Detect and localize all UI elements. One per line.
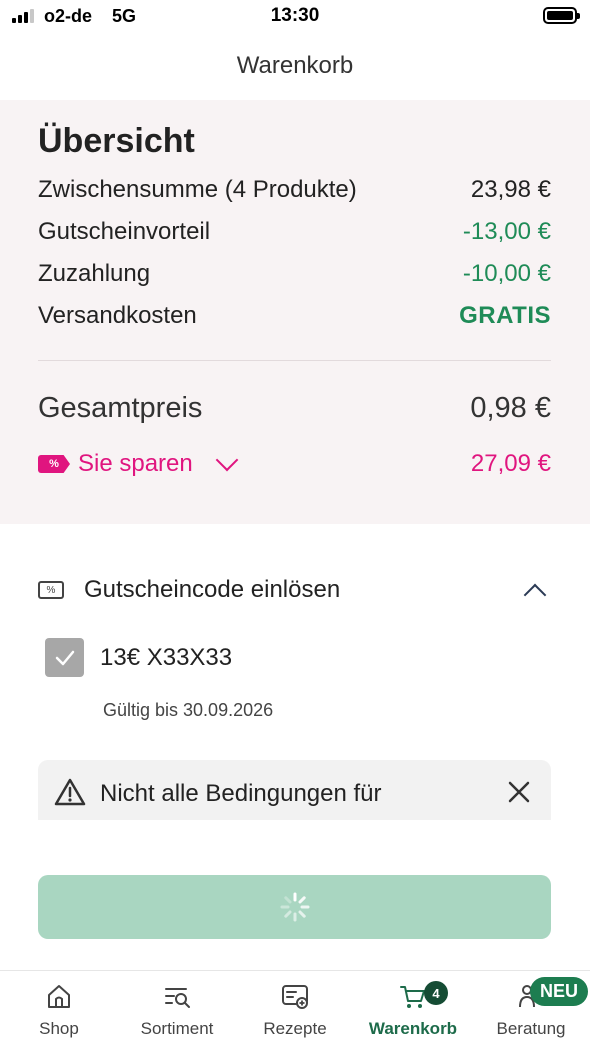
voucher-discount-label: Gutscheinvorteil — [38, 218, 211, 245]
copayment-label: Zuzahlung — [38, 260, 151, 287]
cart-count-badge: 4 — [424, 981, 448, 1005]
savings-value: 27,09 € — [470, 450, 551, 477]
prescription-icon — [282, 985, 308, 1009]
savings-row[interactable]: % Sie sparen 27,09 € — [38, 448, 551, 478]
shipping-row: Versandkosten GRATIS — [38, 302, 551, 330]
catalog-search-icon — [165, 988, 190, 1008]
subtotal-row: Zwischensumme (4 Produkte) 23,98 € — [38, 176, 551, 204]
loading-spinner-icon — [280, 892, 309, 922]
home-icon — [48, 985, 70, 1008]
shipping-label: Versandkosten — [38, 302, 197, 329]
check-icon — [55, 650, 74, 665]
tab-warenkorb-label: Warenkorb — [368, 1019, 458, 1038]
savings-label: Sie sparen — [78, 450, 193, 477]
order-overview: Übersicht Zwischensumme (4 Produkte) 23,… — [0, 100, 590, 524]
warning-banner: Nicht alle Bedingungen für — [38, 760, 551, 820]
tab-beratung[interactable]: NEU Beratung — [472, 977, 590, 1039]
status-bar: o2-de 5G 13:30 — [0, 0, 590, 36]
warning-text: Nicht alle Bedingungen für — [100, 780, 382, 807]
subtotal-label: Zwischensumme (4 Produkte) — [38, 176, 357, 203]
page-title: Warenkorb — [236, 52, 354, 79]
tab-sortiment-label: Sortiment — [140, 1019, 214, 1038]
tab-warenkorb[interactable]: 4 Warenkorb — [354, 981, 472, 1039]
tab-shop[interactable]: Shop — [0, 981, 118, 1039]
battery-icon — [543, 7, 580, 24]
copayment-value: -10,00 € — [462, 260, 551, 287]
percent-tag-icon: % — [38, 455, 70, 473]
chevron-down-icon[interactable] — [215, 448, 239, 472]
shipping-value: GRATIS — [459, 302, 551, 329]
overview-title: Übersicht — [38, 122, 195, 160]
voucher-discount-row: Gutscheinvorteil -13,00 € — [38, 218, 551, 246]
tab-rezepte[interactable]: Rezepte — [236, 981, 354, 1039]
close-icon[interactable] — [507, 780, 531, 804]
warning-icon — [54, 778, 86, 806]
coupon-checkbox[interactable] — [45, 638, 84, 677]
new-badge: NEU — [529, 977, 588, 1006]
voucher-discount-value: -13,00 € — [462, 218, 551, 245]
tab-shop-label: Shop — [39, 1019, 79, 1038]
coupon-code: 13€ X33X33 — [100, 643, 233, 671]
coupon-validity: Gültig bis 30.09.2026 — [103, 700, 274, 720]
subtotal-value: 23,98 € — [470, 176, 551, 203]
total-row: Gesamtpreis 0,98 € — [38, 392, 551, 425]
tab-beratung-label: Beratung — [496, 1019, 566, 1038]
chevron-up-icon[interactable] — [523, 583, 547, 607]
tab-bar: Shop Sortiment Rezepte 4 Warenkorb NEU B… — [0, 970, 590, 1048]
ticket-icon: % — [38, 581, 64, 599]
coupon-header-label: Gutscheincode einlösen — [84, 576, 341, 603]
copayment-row: Zuzahlung -10,00 € — [38, 260, 551, 288]
total-label: Gesamtpreis — [38, 392, 203, 424]
status-time: 13:30 — [270, 5, 320, 26]
total-value: 0,98 € — [470, 392, 551, 424]
tab-sortiment[interactable]: Sortiment — [118, 981, 236, 1039]
tab-rezepte-label: Rezepte — [263, 1019, 327, 1038]
coupon-item[interactable]: 13€ X33X33 — [45, 638, 232, 677]
divider — [38, 360, 551, 361]
checkout-button[interactable] — [38, 875, 551, 939]
coupon-toggle[interactable]: % Gutscheincode einlösen — [38, 572, 551, 608]
